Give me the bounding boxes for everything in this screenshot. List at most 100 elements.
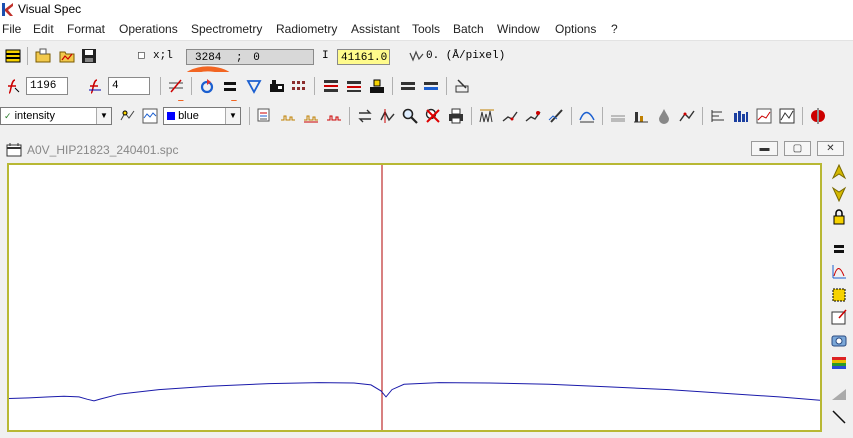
x-value: 3284: [195, 52, 222, 64]
save-icon[interactable]: [80, 47, 98, 65]
menu-assistant[interactable]: Assistant: [351, 22, 400, 36]
profile-select[interactable]: ✓ intensity ▼: [0, 107, 112, 125]
chevron-down-icon: ▼: [225, 108, 240, 124]
minimize-button[interactable]: ▬: [751, 141, 778, 156]
arrow-down-icon[interactable]: [830, 185, 848, 203]
function-icon[interactable]: [4, 77, 22, 95]
multiply-icon[interactable]: [268, 77, 286, 95]
title-bar: Visual Spec: [0, 0, 853, 20]
menu-options[interactable]: Options: [555, 22, 596, 36]
layers-icon[interactable]: [399, 77, 417, 95]
lines-b-icon[interactable]: [302, 107, 320, 125]
measure-icon[interactable]: [379, 107, 397, 125]
menu-file[interactable]: File: [2, 22, 21, 36]
toolbar-row-3: ✓ intensity ▼ blue ▼: [0, 101, 853, 131]
menu-edit[interactable]: Edit: [33, 22, 54, 36]
window-title: Visual Spec: [18, 2, 82, 16]
zoom-icon[interactable]: [401, 107, 419, 125]
equal-bars-icon[interactable]: [830, 240, 848, 258]
dispersion-label: 0. (Å/pixel): [426, 50, 506, 62]
arrow-up-icon[interactable]: [830, 163, 848, 181]
graph-icon[interactable]: [141, 107, 159, 125]
stack-icon[interactable]: [345, 77, 363, 95]
ramp-icon[interactable]: [830, 385, 848, 403]
spectrum-plot[interactable]: [7, 163, 822, 432]
print-icon[interactable]: [447, 107, 465, 125]
app-logo-icon: [2, 3, 13, 16]
document-icon: [5, 141, 23, 159]
layers-blue-icon[interactable]: [422, 77, 440, 95]
grid-dots-icon[interactable]: [290, 77, 308, 95]
lock-icon[interactable]: [830, 208, 848, 226]
open-spectrum-icon[interactable]: [58, 47, 76, 65]
brush-icon[interactable]: [547, 107, 565, 125]
profile-select-value: intensity: [14, 110, 55, 122]
l-value: 0: [253, 52, 260, 64]
xi-checkbox[interactable]: [136, 47, 148, 65]
color-select[interactable]: blue ▼: [163, 107, 241, 125]
histogram-icon[interactable]: [732, 107, 750, 125]
refresh-icon[interactable]: [198, 77, 216, 95]
filter-function-icon[interactable]: [86, 77, 104, 95]
check-icon: ✓: [4, 111, 12, 121]
smooth-icon[interactable]: [167, 77, 185, 95]
line-tool-icon[interactable]: [830, 408, 848, 426]
rainbow-icon[interactable]: [830, 354, 848, 372]
dispersion-icon[interactable]: [408, 47, 426, 65]
position-field[interactable]: 3284 ; 0: [186, 49, 314, 65]
zoom-cancel-icon[interactable]: [424, 107, 442, 125]
menu-format[interactable]: Format: [67, 22, 105, 36]
baseline-icon[interactable]: [609, 107, 627, 125]
menu-tools[interactable]: Tools: [412, 22, 440, 36]
menu-operations[interactable]: Operations: [119, 22, 178, 36]
curve-fit-icon[interactable]: [830, 263, 848, 281]
lines-c-icon[interactable]: [325, 107, 343, 125]
peaks-icon[interactable]: [478, 107, 496, 125]
ruler-icon[interactable]: [709, 107, 727, 125]
lines-a-icon[interactable]: [279, 107, 297, 125]
equal-icon[interactable]: [221, 77, 239, 95]
minimize-icon: ▬: [759, 143, 770, 154]
annotate-icon[interactable]: [830, 308, 848, 326]
split-icon[interactable]: [809, 107, 827, 125]
intensity-label: I: [322, 50, 329, 62]
dropdown-marker-icon[interactable]: [245, 77, 263, 95]
menu-window[interactable]: Window: [497, 22, 540, 36]
edit-table-icon[interactable]: [256, 107, 274, 125]
continuum-icon[interactable]: [501, 107, 519, 125]
lines-icon[interactable]: [4, 47, 22, 65]
camera-icon[interactable]: [830, 331, 848, 349]
weight-icon[interactable]: [453, 77, 471, 95]
color-swatch-icon: [167, 112, 175, 120]
profile-graph-icon[interactable]: [755, 107, 773, 125]
spectrum-document-window: A0V_HIP21823_240401.spc ▬ ▢ ✕: [0, 140, 853, 438]
fit-curve-icon[interactable]: [578, 107, 596, 125]
scissors-icon[interactable]: [678, 107, 696, 125]
menu-batch[interactable]: Batch: [453, 22, 484, 36]
document-title: A0V_HIP21823_240401.spc: [27, 143, 179, 157]
field-4[interactable]: 4: [108, 77, 150, 95]
maximize-button[interactable]: ▢: [784, 141, 811, 156]
chevron-down-icon: ▼: [96, 108, 111, 124]
fit-icon[interactable]: [119, 107, 137, 125]
menu-help[interactable]: ?: [611, 22, 618, 36]
intensity-value-field: 41161.0: [337, 49, 390, 65]
bars-icon[interactable]: [632, 107, 650, 125]
close-icon: ✕: [826, 143, 835, 154]
spectrum-line: [9, 382, 820, 402]
drop-icon[interactable]: [655, 107, 673, 125]
continuum-edit-icon[interactable]: [524, 107, 542, 125]
profile-yellow-icon[interactable]: [368, 77, 386, 95]
field-1196[interactable]: 1196: [26, 77, 68, 95]
menu-bar: File Edit Format Operations Spectrometry…: [0, 20, 853, 41]
swap-icon[interactable]: [356, 107, 374, 125]
open-folder-icon[interactable]: [34, 47, 52, 65]
menu-radiometry[interactable]: Radiometry: [276, 22, 337, 36]
menu-spectrometry[interactable]: Spectrometry: [191, 22, 262, 36]
close-button[interactable]: ✕: [817, 141, 844, 156]
chart-window-icon[interactable]: [778, 107, 796, 125]
select-region-icon[interactable]: [830, 286, 848, 304]
align-icon[interactable]: [322, 77, 340, 95]
maximize-icon: ▢: [792, 143, 803, 154]
side-toolbar: [828, 163, 850, 435]
